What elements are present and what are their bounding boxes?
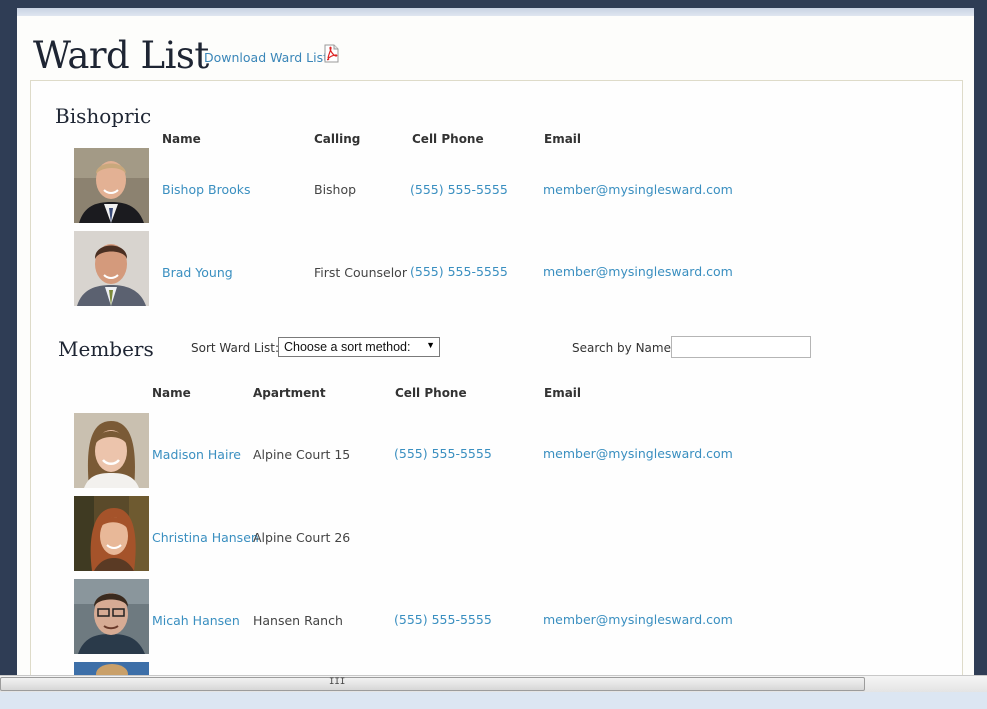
member-name-link[interactable]: Christina Hansen [152, 530, 259, 545]
bishopric-calling: First Counselor [314, 265, 407, 280]
member-name-link[interactable]: Micah Hansen [152, 613, 240, 628]
search-name-input[interactable] [671, 336, 811, 358]
member-name-link[interactable]: Madison Haire [152, 447, 241, 462]
dropdown-arrow-icon: ▼ [426, 340, 435, 350]
bishopric-email-link[interactable]: member@mysinglesward.com [543, 182, 733, 197]
bishopric-email-link[interactable]: member@mysinglesward.com [543, 264, 733, 279]
search-label: Search by Name: [572, 341, 676, 355]
page-title: Ward List [33, 34, 209, 77]
bishopric-phone-link[interactable]: (555) 555-5555 [410, 182, 508, 197]
member-photo [74, 662, 149, 676]
sort-label: Sort Ward List: [191, 341, 280, 355]
download-ward-list-link[interactable]: Download Ward List [204, 50, 328, 65]
member-apartment: Alpine Court 15 [253, 447, 351, 462]
ward-list-panel: Bishopric Name Calling Cell Phone Email … [30, 80, 963, 676]
member-photo [74, 413, 149, 488]
window-top-strip [17, 8, 974, 16]
bishopric-name-link[interactable]: Brad Young [162, 265, 233, 280]
member-apartment: Alpine Court 26 [253, 530, 351, 545]
pdf-icon[interactable] [322, 44, 340, 63]
members-col-apartment: Apartment [253, 386, 326, 400]
bishopric-col-email: Email [544, 132, 582, 146]
member-email-link[interactable]: member@mysinglesward.com [543, 612, 733, 627]
bishopric-col-name: Name [162, 132, 201, 146]
members-col-name: Name [152, 386, 191, 400]
status-bar [0, 692, 987, 709]
member-apartment: Hansen Ranch [253, 613, 343, 628]
members-col-email: Email [544, 386, 582, 400]
bishopric-phone-link[interactable]: (555) 555-5555 [410, 264, 508, 279]
member-phone-link[interactable]: (555) 555-5555 [394, 612, 492, 627]
bishopric-col-phone: Cell Phone [412, 132, 484, 146]
member-photo [74, 496, 149, 571]
bishopric-heading: Bishopric [55, 104, 152, 128]
page-content: Ward List Download Ward List Bishopric N… [17, 16, 974, 676]
bishopric-name-link[interactable]: Bishop Brooks [162, 182, 251, 197]
scrollbar-grip-icon: III [329, 677, 346, 687]
bishopric-col-calling: Calling [314, 132, 361, 146]
members-col-phone: Cell Phone [395, 386, 467, 400]
member-phone-link[interactable]: (555) 555-5555 [394, 446, 492, 461]
bishopric-calling: Bishop [314, 182, 357, 197]
member-photo [74, 579, 149, 654]
sort-method-select[interactable]: Choose a sort method: ▼ [278, 337, 440, 357]
scrollbar-thumb[interactable]: III [0, 677, 865, 691]
bishopric-photo [74, 148, 149, 223]
members-heading: Members [58, 337, 154, 361]
bishopric-photo [74, 231, 149, 306]
horizontal-scrollbar[interactable]: III [0, 675, 987, 692]
member-email-link[interactable]: member@mysinglesward.com [543, 446, 733, 461]
sort-method-value: Choose a sort method: [284, 340, 411, 354]
